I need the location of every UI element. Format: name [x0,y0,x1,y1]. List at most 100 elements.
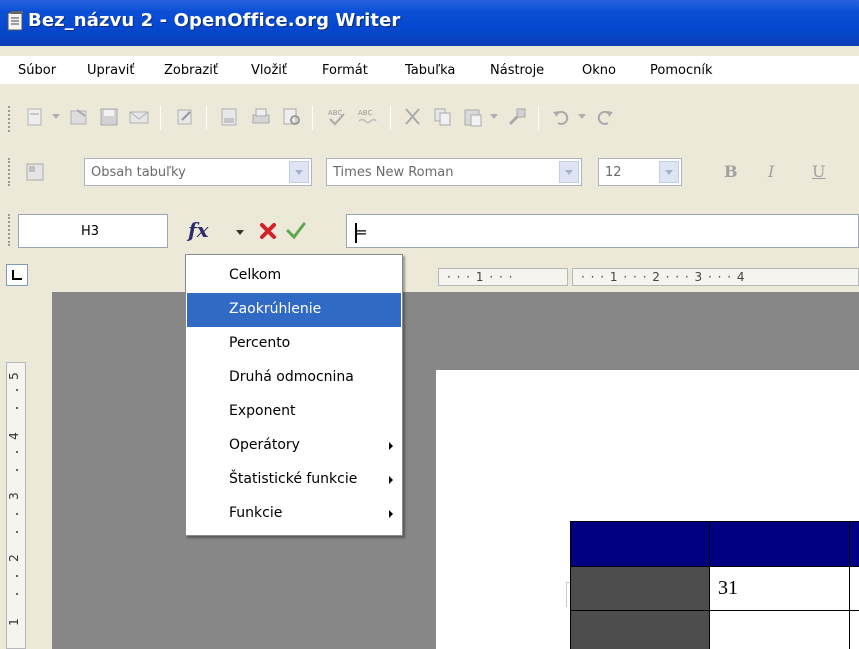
table-label-cell[interactable] [570,567,710,611]
table-row [570,611,859,649]
paragraph-style-value: Obsah tabuľky [91,165,186,180]
menu-window[interactable]: Okno [582,63,616,78]
menu-bar: Súbor Upraviť Zobraziť Vložiť Formát Tab… [0,56,859,84]
chevron-down-icon[interactable] [289,161,309,183]
ruler-number: 4 [6,432,21,440]
menu-item-label: Celkom [229,267,282,283]
toolbar-separator [390,106,391,130]
submenu-arrow-icon [389,510,393,518]
font-name-value: Times New Roman [333,165,454,180]
toolbar-separator [160,106,161,130]
formula-input[interactable]: = [346,214,859,248]
menu-item-operators[interactable]: Operátory [187,429,401,463]
new-document-icon[interactable] [24,106,46,128]
email-icon[interactable] [128,106,150,128]
table-header-row [570,521,859,567]
submenu-arrow-icon [389,442,393,450]
menu-item-label: Funkcie [229,505,283,521]
ruler-tick [16,575,18,577]
ruler-tick [16,513,18,515]
save-icon[interactable] [98,106,120,128]
menu-item-label: Zaokrúhlenie [229,301,322,317]
ruler-tick [16,531,18,533]
ruler-number: 5 [6,372,21,380]
window-title: Bez_názvu 2 - OpenOffice.org Writer [28,10,401,31]
table-header-cell[interactable] [570,521,710,567]
cell-reference-field[interactable]: H3 [18,214,168,248]
italic-button[interactable]: I [768,162,774,181]
toolbar-grip[interactable] [8,158,11,186]
menu-item-functions[interactable]: Funkcie [187,497,401,531]
menu-item-percent[interactable]: Percento [187,327,401,361]
toolbar-grip[interactable] [8,214,11,246]
new-dropdown-arrow[interactable] [52,114,60,119]
export-pdf-icon[interactable] [218,106,240,128]
table-header-cell[interactable] [850,521,859,567]
paste-icon[interactable] [462,106,484,128]
table-cell[interactable] [850,611,859,649]
open-icon[interactable] [68,106,90,128]
table-cell[interactable]: 31 [710,567,850,611]
paste-dropdown-arrow[interactable] [490,114,498,119]
apply-check-icon[interactable] [285,220,307,242]
formula-fx-icon[interactable]: fx [188,218,209,242]
text-caret [355,223,357,243]
ruler-tick [16,451,18,453]
svg-text:ABC: ABC [358,109,372,117]
menu-view[interactable]: Zobraziť [164,63,218,78]
cancel-x-icon[interactable] [257,220,279,242]
menu-item-label: Percento [229,335,291,351]
chevron-down-icon[interactable] [559,161,579,183]
table-label-cell[interactable] [570,611,710,649]
styles-and-formatting-icon[interactable] [24,161,46,183]
toolbar-grip[interactable] [8,106,11,132]
menu-item-sum[interactable]: Celkom [187,259,401,293]
ruler-tick [16,469,18,471]
redo-icon[interactable] [594,106,616,128]
cut-icon[interactable] [402,106,424,128]
menu-file[interactable]: Súbor [18,63,56,78]
menu-help[interactable]: Pomocník [650,63,712,78]
spellcheck-icon[interactable]: ABC [326,106,348,128]
menu-item-statistical-functions[interactable]: Štatistické funkcie [187,463,401,497]
print-icon[interactable] [250,106,272,128]
copy-icon[interactable] [432,106,454,128]
menu-tools[interactable]: Nástroje [490,63,544,78]
formula-dropdown-arrow[interactable] [236,230,244,235]
underline-button[interactable]: U [812,162,825,181]
ruler-tick [16,593,18,595]
ruler-left-margin[interactable]: · · · 1 · · · [438,268,568,286]
menu-item-square-root[interactable]: Druhá odmocnina [187,361,401,395]
chevron-down-icon[interactable] [659,161,679,183]
table-cell[interactable] [710,611,850,649]
bold-button[interactable]: B [724,162,738,181]
menu-edit[interactable]: Upraviť [87,63,134,78]
menu-item-label: Exponent [229,403,296,419]
toolbar-separator [538,106,539,130]
svg-text:ABC: ABC [328,109,342,117]
table-row: 31 [570,567,859,611]
menu-table[interactable]: Tabuľka [405,63,455,78]
table-header-cell[interactable] [710,521,850,567]
paragraph-style-combo[interactable]: Obsah tabuľky [84,158,312,186]
clone-formatting-icon[interactable] [506,106,528,128]
vertical-ruler: 5 4 3 2 1 [0,292,52,649]
vertical-ruler-strip[interactable]: 5 4 3 2 1 [6,362,26,649]
tab-stop-icon[interactable] [6,264,28,286]
font-name-combo[interactable]: Times New Roman [326,158,582,186]
document-table[interactable]: 31 [570,521,859,649]
autospellcheck-icon[interactable]: ABC [356,106,378,128]
undo-icon[interactable] [550,106,572,128]
menu-item-label: Štatistické funkcie [229,471,358,487]
title-bar: Bez_názvu 2 - OpenOffice.org Writer [0,0,859,46]
menu-item-power[interactable]: Exponent [187,395,401,429]
edit-file-icon[interactable] [174,106,196,128]
font-size-combo[interactable]: 12 [598,158,682,186]
menu-item-round[interactable]: Zaokrúhlenie [187,293,401,327]
menu-format[interactable]: Formát [322,63,368,78]
page-preview-icon[interactable] [280,106,302,128]
table-cell[interactable] [850,567,859,611]
ruler-body[interactable]: · · · 1 · · · 2 · · · 3 · · · 4 [572,268,859,286]
menu-insert[interactable]: Vložiť [251,63,287,78]
undo-dropdown-arrow[interactable] [578,114,586,119]
